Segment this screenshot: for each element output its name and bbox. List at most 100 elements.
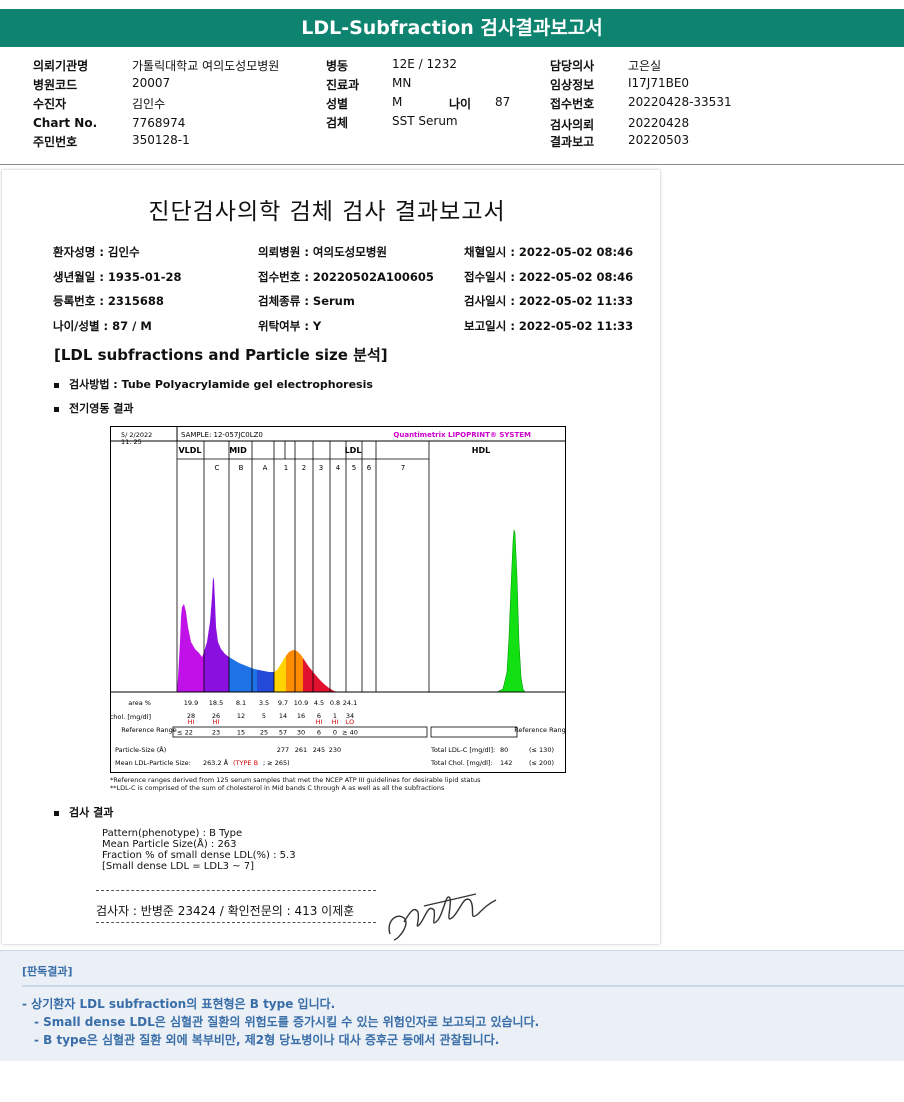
header-key: 결과보고	[550, 135, 595, 149]
header-value: MN	[392, 76, 412, 90]
band-area	[204, 577, 229, 692]
flag-label: HI	[213, 718, 220, 726]
group-label-hdl: HDL	[472, 446, 490, 455]
method-line: 검사방법 : Tube Polyacrylamide gel electroph…	[54, 376, 373, 392]
area-value: 24.1	[343, 699, 357, 707]
report-sheet: 진단검사의학 검체 검사 결과보고서 환자성명 : 김인수 의뢰병원 : 여의도…	[2, 170, 660, 944]
footnote: *Reference ranges derived from 125 serum…	[110, 776, 481, 784]
footnote: **LDL-C is comprised of the sum of chole…	[110, 784, 445, 792]
result-summary: Pattern(phenotype) : B Type Mean Particl…	[102, 828, 296, 872]
chol-value: 14	[279, 712, 287, 720]
header-value: 고은실	[628, 59, 662, 73]
flag-label: HI	[316, 718, 323, 726]
ref-value: 30	[297, 729, 305, 737]
header-value: SST Serum	[392, 114, 458, 128]
report-title: 진단검사의학 검체 검사 결과보고서	[148, 199, 506, 225]
header-value: 7768974	[132, 116, 186, 130]
header-value: 20220428-33531	[628, 95, 732, 109]
judgement-title: [판독결과]	[22, 965, 73, 978]
band-label: 2	[302, 464, 306, 472]
band-area	[303, 658, 321, 692]
band-label: 5	[352, 464, 356, 472]
area-value: 9.7	[278, 699, 288, 707]
patient-field: 채혈일시 : 2022-05-02 08:46	[464, 245, 634, 259]
mean-size-type: (TYPE B	[233, 759, 258, 767]
judgement-line: - B type은 심혈관 질환 외에 복부비만, 제2형 당뇨병이나 대사 증…	[34, 1033, 500, 1047]
header-value: 87	[495, 95, 511, 109]
mean-size-label: Mean LDL-Particle Size:	[115, 759, 191, 767]
total-chol-ref: (≤ 200)	[529, 759, 554, 767]
band-area	[274, 655, 286, 692]
patient-field: 위탁여부 : Y	[258, 319, 322, 333]
particle-row-label: Particle-Size (Å)	[115, 745, 166, 754]
result-item: Mean Particle Size(Å) : 263	[102, 839, 237, 850]
chart-time: 11: 25	[121, 438, 142, 446]
header-key: 임상정보	[550, 78, 595, 92]
judgement-line: - Small dense LDL은 심혈관 질환의 위험도를 증가시킬 수 있…	[34, 1015, 540, 1029]
patient-field: 접수번호 : 20220502A100605	[258, 270, 434, 284]
area-value: 0.8	[330, 699, 340, 707]
bullet-icon	[54, 382, 59, 388]
header-key: 담당의사	[550, 59, 595, 73]
bullet-icon	[54, 810, 59, 816]
area-value: 10.9	[294, 699, 308, 707]
electro-line: 전기영동 결과	[54, 400, 134, 416]
area-value: 19.9	[184, 699, 198, 707]
area-value: 8.1	[236, 699, 246, 707]
lipoprint-svg: 5/ 2/2022 11: 25 SAMPLE: 12-057JC0LZ0 Qu…	[110, 427, 570, 767]
table-cells: 19.9 18.5 8.1 3.5 9.7 10.9 4.5 0.8 24.128 26 12 5 14…	[177, 699, 358, 754]
header-value: 20007	[132, 76, 171, 90]
patient-field: 의뢰병원 : 여의도성모병원	[258, 245, 387, 259]
band-label: C	[215, 464, 220, 472]
ref-row-label: Reference Range	[121, 726, 176, 734]
bullet-icon	[54, 406, 59, 412]
ref-value: 57	[279, 729, 287, 737]
header-key: Chart No.	[33, 116, 98, 130]
ref-value: ≤ 22	[177, 729, 193, 737]
particle-value: 230	[329, 746, 341, 754]
header-value: 350128-1	[132, 133, 190, 147]
flag-label: HI	[332, 718, 339, 726]
header-info: 의뢰기관명 가톨릭대학교 여의도성모병원 병원코드 20007 수진자 김인수 …	[0, 50, 904, 165]
sample-id: SAMPLE: 12-057JC0LZ0	[181, 431, 263, 439]
total-chol-value: 142	[500, 759, 512, 767]
header-key: 수진자	[33, 97, 67, 111]
band-label: 4	[336, 464, 341, 472]
patient-field: 환자성명 : 김인수	[53, 245, 140, 259]
band-label: B	[239, 464, 244, 472]
chart-footnotes: *Reference ranges derived from 125 serum…	[110, 776, 481, 792]
header-value: 20220503	[628, 133, 690, 147]
mean-size-value: 263.2 Å	[203, 758, 229, 767]
particle-value: 245	[313, 746, 325, 754]
signature-scribble	[388, 893, 497, 941]
header-value: 12E / 1232	[392, 57, 458, 71]
header-key: 접수번호	[550, 97, 595, 111]
header-key: 주민번호	[33, 135, 78, 149]
header-value: 가톨릭대학교 여의도성모병원	[132, 59, 280, 73]
patient-field: 나이/성별 : 87 / M	[53, 319, 152, 333]
header-key: 성별	[326, 97, 349, 111]
judgement-line: - 상기환자 LDL subfraction의 표현형은 B type 입니다.	[22, 997, 336, 1011]
patient-field: 생년월일 : 1935-01-28	[53, 270, 182, 284]
header-key: 검사의뢰	[550, 118, 595, 132]
patient-field: 검체종류 : Serum	[258, 294, 355, 308]
patient-field: 접수일시 : 2022-05-02 08:46	[464, 270, 634, 284]
mean-size-ref: ; ≥ 265)	[263, 759, 290, 767]
band-area	[177, 604, 204, 692]
group-label-mid: MID	[229, 446, 247, 455]
particle-value: 261	[295, 746, 307, 754]
band-label: 6	[367, 464, 372, 472]
result-item: Pattern(phenotype) : B Type	[102, 828, 243, 839]
header-value: 김인수	[132, 97, 166, 111]
total-ldl-value: 80	[500, 746, 508, 754]
ref-value: 25	[260, 729, 268, 737]
patient-field: 검사일시 : 2022-05-02 11:33	[464, 294, 634, 308]
dashed-divider	[96, 890, 376, 891]
band-area	[286, 650, 303, 692]
header-key: 검체	[326, 116, 349, 130]
ref-value: 0	[333, 729, 337, 737]
chol-value: 16	[297, 712, 305, 720]
total-ldl-ref: (≤ 130)	[529, 746, 554, 754]
ref-value: 23	[212, 729, 220, 737]
dashed-divider	[96, 922, 376, 923]
